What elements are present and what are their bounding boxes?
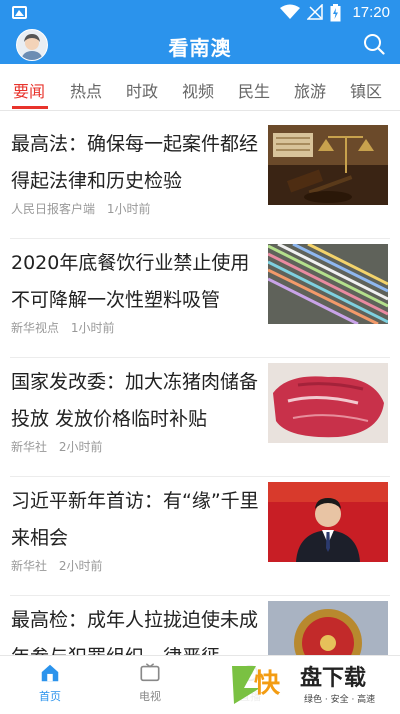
news-source: 新华视点 (11, 321, 60, 335)
nav-tv-label: 电视 (139, 690, 161, 703)
svg-text:盘下载: 盘下载 (300, 665, 366, 691)
news-title: 国家发改委：加大冻猪肉储备投放 发放价格临时补贴 (11, 371, 259, 430)
tab-lvyou[interactable]: 旅游 (294, 78, 326, 102)
news-source: 新华社 (11, 440, 48, 454)
tv-icon (140, 663, 160, 682)
pork-image (268, 363, 388, 443)
battery-charging-icon (330, 4, 341, 22)
news-title: 2020年底餐饮行业禁止使用不可降解一次性塑料吸管 (11, 252, 250, 311)
nav-tv[interactable]: 电视 (120, 662, 180, 704)
no-signal-icon (307, 4, 323, 20)
news-time: 1小时前 (106, 202, 151, 216)
status-bar: 17:20 (0, 0, 400, 26)
svg-text:快: 快 (254, 669, 281, 699)
news-meta: 新华社 2小时前 (11, 438, 110, 455)
news-item[interactable]: 习近平新年首访：有“缘”千里来相会 新华社 2小时前 (0, 477, 400, 595)
tab-yaowen[interactable]: 要闻 (13, 78, 45, 102)
news-time: 2小时前 (58, 440, 103, 454)
home-icon (41, 664, 59, 682)
app-title: 看南澳 (168, 36, 232, 60)
category-tabs: 要闻 热点 时政 视频 民生 旅游 镇区 (0, 64, 400, 111)
news-item[interactable]: 最高法：确保每一起案件都经得起法律和历史检验 人民日报客户端 1小时前 (0, 120, 400, 238)
news-meta: 人民日报客户端 1小时前 (11, 200, 158, 217)
watermark-logo: 快 盘下载 绿色 · 安全 · 高速 (226, 658, 400, 710)
news-title: 习近平新年首访：有“缘”千里来相会 (11, 490, 259, 549)
active-tab-indicator (12, 106, 48, 109)
nav-home-label: 首页 (39, 690, 61, 703)
nav-home[interactable]: 首页 (20, 662, 80, 704)
tab-minsheng[interactable]: 民生 (238, 78, 270, 102)
news-source: 新华社 (11, 559, 48, 573)
news-meta: 新华社 2小时前 (11, 557, 110, 574)
app-header: 看南澳 (0, 26, 400, 64)
tab-shizheng[interactable]: 时政 (126, 78, 158, 102)
gavel-image (268, 125, 388, 205)
tab-redian[interactable]: 热点 (70, 78, 102, 102)
leader-image (268, 482, 388, 562)
news-item[interactable]: 国家发改委：加大冻猪肉储备投放 发放价格临时补贴 新华社 2小时前 (0, 358, 400, 476)
image-notification-icon (12, 6, 27, 19)
news-time: 1小时前 (70, 321, 115, 335)
search-icon[interactable] (362, 32, 386, 56)
news-source: 人民日报客户端 (11, 202, 96, 216)
wifi-icon (280, 4, 300, 19)
tab-shipin[interactable]: 视频 (182, 78, 214, 102)
news-title: 最高法：确保每一起案件都经得起法律和历史检验 (11, 133, 259, 192)
tab-zhenqu[interactable]: 镇区 (350, 78, 382, 102)
news-item[interactable]: 2020年底餐饮行业禁止使用不可降解一次性塑料吸管 新华视点 1小时前 (0, 239, 400, 357)
svg-text:绿色 · 安全 · 高速: 绿色 · 安全 · 高速 (304, 693, 375, 705)
news-time: 2小时前 (58, 559, 103, 573)
news-meta: 新华视点 1小时前 (11, 319, 122, 336)
straws-image (268, 244, 388, 324)
clock: 17:20 (352, 4, 390, 21)
